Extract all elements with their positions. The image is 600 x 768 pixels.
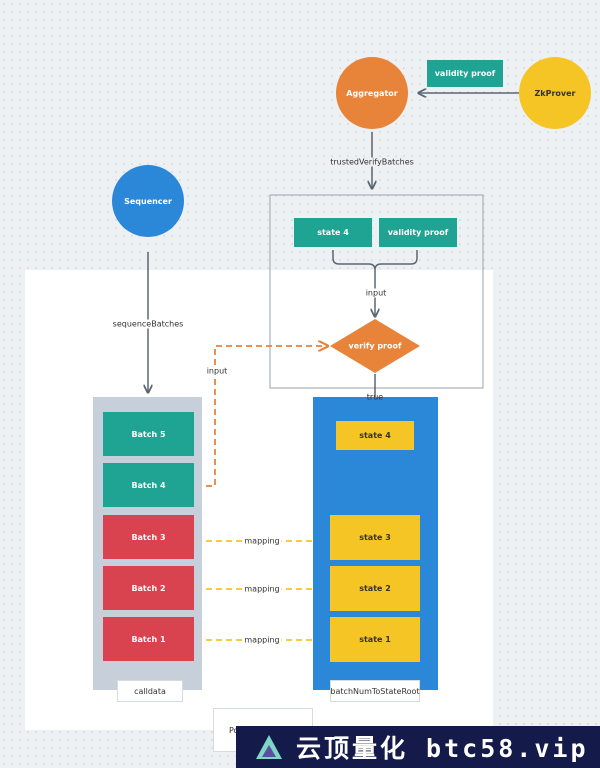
mapping-label-1: mapping bbox=[242, 635, 282, 645]
batch-2: Batch 2 bbox=[103, 566, 194, 610]
validity-proof-top: validity proof bbox=[427, 60, 503, 87]
zkprover-node: ZkProver bbox=[519, 57, 591, 129]
connectors bbox=[0, 0, 519, 768]
watermark-banner: 云顶量化 btc58.vip bbox=[236, 726, 600, 768]
batch-1: Batch 1 bbox=[103, 617, 194, 661]
true-label: true bbox=[366, 392, 384, 402]
watermark-logo-icon bbox=[256, 735, 282, 759]
trusted-verify-batches-label: trustedVerifyBatches bbox=[328, 157, 416, 167]
state-4: state 4 bbox=[336, 421, 414, 450]
state-1: state 1 bbox=[330, 617, 420, 662]
verify-proof-label: verify proof bbox=[348, 341, 402, 351]
watermark-text: 云顶量化 btc58.vip bbox=[296, 734, 589, 763]
batch-3: Batch 3 bbox=[103, 515, 194, 559]
state4-input-box: state 4 bbox=[294, 218, 372, 247]
mapping-label-2: mapping bbox=[242, 584, 282, 594]
input-brace bbox=[332, 250, 418, 271]
mapping-label-3: mapping bbox=[242, 536, 282, 546]
sequence-batches-label: sequenceBatches bbox=[110, 319, 186, 329]
batch-4: Batch 4 bbox=[103, 463, 194, 507]
calldata-label: calldata bbox=[117, 680, 183, 702]
batch-5: Batch 5 bbox=[103, 412, 194, 456]
input-dashed-label: input bbox=[204, 366, 230, 376]
aggregator-node: Aggregator bbox=[336, 57, 408, 129]
batch-num-to-state-root-label: batchNumToStateRoot bbox=[330, 680, 420, 702]
sequencer-node: Sequencer bbox=[112, 165, 184, 237]
validity-proof-input-box: validity proof bbox=[379, 218, 457, 247]
state-3: state 3 bbox=[330, 515, 420, 560]
input-brace-label: input bbox=[363, 288, 389, 298]
state-2: state 2 bbox=[330, 566, 420, 611]
